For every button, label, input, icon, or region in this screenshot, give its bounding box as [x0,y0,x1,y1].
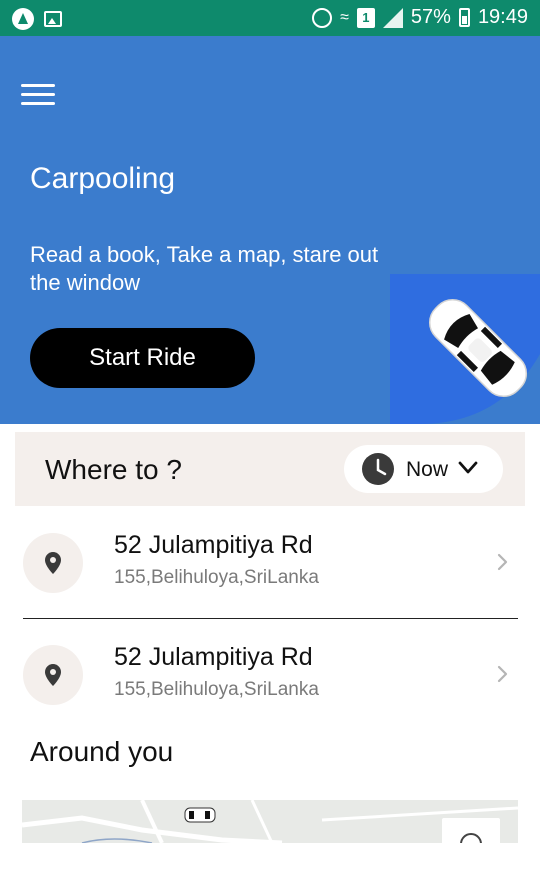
time-selector-pill[interactable]: Now [344,445,503,493]
status-right-icons: ≈ 1 57% 19:49 [312,6,528,29]
clock-icon [362,453,394,485]
chevron-down-icon [458,461,478,474]
status-bar: ≈ 1 57% 19:49 [0,0,540,36]
clock-time: 19:49 [477,6,528,28]
hero-title: Carpooling [30,162,176,195]
sim-icon: 1 [356,7,375,28]
start-ride-button[interactable]: Start Ride [30,328,255,388]
chevron-right-icon [497,665,508,683]
app-notification-icon [12,8,34,30]
wifi-icon: ≈ [340,8,349,26]
image-notification-icon [44,11,62,27]
alarm-icon [312,7,333,28]
where-to-bar[interactable]: Where to ? Now [15,432,525,506]
status-left-icons [12,8,62,30]
location-title: 52 Julampitiya Rd [114,531,313,559]
location-subtitle: 155,Belihuloya,SriLanka [114,567,319,588]
battery-percent: 57% [410,6,451,28]
location-title: 52 Julampitiya Rd [114,643,313,671]
bottom-spacer [0,843,540,886]
menu-icon[interactable] [21,82,55,108]
car-illustration [390,274,540,424]
map-car-icon [184,807,216,823]
row-divider [23,618,518,619]
hero-subtitle: Read a book, Take a map, stare out the w… [30,242,379,295]
my-location-button[interactable] [442,818,500,843]
signal-icon [382,7,403,28]
time-selector-label: Now [406,458,449,481]
battery-icon [458,8,470,27]
chevron-right-icon [497,553,508,571]
location-pin-icon [45,664,61,686]
recent-location-item[interactable]: 52 Julampitiya Rd 155,Belihuloya,SriLank… [23,523,518,603]
location-subtitle: 155,Belihuloya,SriLanka [114,679,319,700]
map-preview[interactable] [22,800,518,843]
location-pin-badge [23,533,83,593]
around-you-heading: Around you [30,736,174,767]
recent-location-item[interactable]: 52 Julampitiya Rd 155,Belihuloya,SriLank… [23,635,518,715]
location-pin-icon [45,552,61,574]
location-pin-badge [23,645,83,705]
where-to-label: Where to ? [45,454,182,485]
hero-banner: Carpooling Read a book, Take a map, star… [0,36,540,424]
